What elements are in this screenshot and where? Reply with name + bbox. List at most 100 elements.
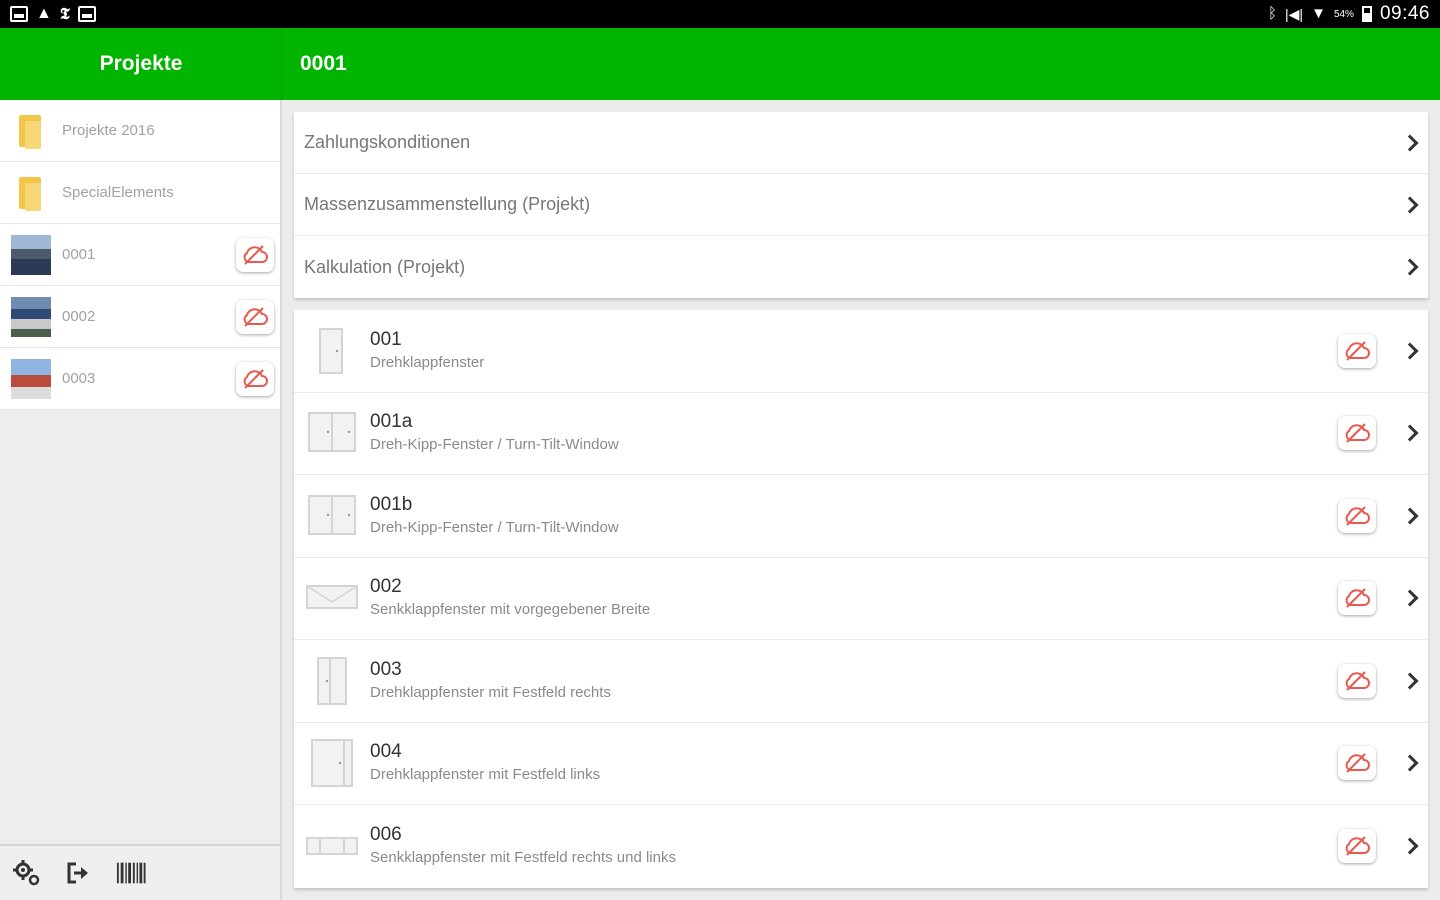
item-title: 001a (370, 411, 413, 433)
cloud-off-icon (1345, 836, 1370, 856)
sidebar: Projekte 2016 SpecialElements 0001 0002 … (0, 100, 282, 900)
window-thumbnail (306, 737, 358, 789)
page-title: 0001 (300, 52, 347, 75)
gallery-icon (10, 6, 28, 22)
main-content: Zahlungskonditionen Massenzusammenstellu… (284, 100, 1440, 900)
menu-item-kalkulation[interactable]: Kalkulation (Projekt) (294, 236, 1428, 298)
cloud-off-icon (1345, 588, 1370, 608)
bluetooth-icon: ᛒ (1268, 5, 1278, 22)
chevron-right-icon (1401, 507, 1419, 525)
item-subtitle: Drehklappfenster (370, 353, 485, 371)
cloud-sync-button[interactable] (1338, 581, 1376, 616)
sidebar-title: Projekte (99, 52, 183, 75)
item-title: 006 (370, 824, 402, 846)
chevron-right-icon (1401, 342, 1419, 360)
cloud-off-icon (243, 244, 268, 265)
cloud-sync-button[interactable] (236, 237, 274, 272)
project-photo (11, 358, 51, 399)
settings-icon[interactable] (12, 858, 42, 888)
cloud-off-icon (243, 368, 268, 389)
photo-icon (77, 6, 96, 22)
main-header: 0001 (282, 28, 1440, 100)
status-right: ᛒ |◀| ▼ 54% 09:46 (1268, 3, 1430, 25)
cloud-sync-button[interactable] (1338, 746, 1376, 781)
window-thumbnail (306, 820, 358, 872)
list-item[interactable]: 002 Senkklappfenster mit vorgegebener Br… (294, 558, 1428, 640)
battery-percent: 54% (1333, 8, 1354, 20)
menu-card: Zahlungskonditionen Massenzusammenstellu… (294, 112, 1428, 298)
barcode-icon[interactable] (116, 858, 146, 888)
project-photo (11, 296, 51, 337)
elements-list: 001 Drehklappfenster 001a Dreh-Kipp-Fens… (294, 310, 1428, 888)
list-item[interactable]: 001b Dreh-Kipp-Fenster / Turn-Tilt-Windo… (294, 475, 1428, 558)
cloud-sync-button[interactable] (1338, 416, 1376, 451)
item-subtitle: Dreh-Kipp-Fenster / Turn-Tilt-Window (370, 436, 619, 454)
list-item-text: 001a Dreh-Kipp-Fenster / Turn-Tilt-Windo… (370, 410, 1338, 456)
item-title: 003 (370, 658, 402, 680)
list-item-text: 002 Senkklappfenster mit vorgegebener Br… (370, 575, 1338, 621)
news-icon: 𝕿 (59, 4, 70, 23)
cloud-off-icon (1345, 506, 1370, 526)
cloud-sync-button[interactable] (1338, 333, 1376, 368)
sidebar-item-label: 0003 (62, 370, 96, 387)
item-subtitle: Senkklappfenster mit Festfeld rechts und… (370, 849, 676, 867)
sidebar-item-0003[interactable]: 0003 (0, 348, 280, 410)
list-item[interactable]: 003 Drehklappfenster mit Festfeld rechts (294, 640, 1428, 723)
menu-item-label: Massenzusammenstellung (Projekt) (304, 194, 591, 214)
cloud-off-icon (1345, 671, 1370, 691)
sidebar-item-label: SpecialElements (62, 184, 174, 201)
chevron-right-icon (1401, 672, 1419, 690)
item-subtitle: Dreh-Kipp-Fenster / Turn-Tilt-Window (370, 518, 619, 536)
list-item[interactable]: 006 Senkklappfenster mit Festfeld rechts… (294, 805, 1428, 888)
chevron-right-icon (1401, 134, 1419, 151)
cloud-sync-button[interactable] (1338, 829, 1376, 864)
cloud-off-icon (1345, 753, 1370, 773)
chevron-right-icon (1401, 258, 1419, 276)
list-item[interactable]: 001a Dreh-Kipp-Fenster / Turn-Tilt-Windo… (294, 393, 1428, 475)
battery-icon (1361, 6, 1372, 22)
sidebar-item-label: 0002 (62, 308, 96, 325)
item-subtitle: Senkklappfenster mit vorgegebener Breite (370, 601, 651, 619)
item-title: 004 (370, 741, 402, 763)
chevron-right-icon (1401, 754, 1419, 772)
sidebar-item-0002[interactable]: 0002 (0, 286, 280, 348)
cloud-off-icon (1345, 423, 1370, 443)
cloud-off-icon (1345, 341, 1370, 361)
cloud-sync-button[interactable] (1338, 498, 1376, 533)
warning-icon: ▲ (36, 5, 52, 22)
cloud-sync-button[interactable] (236, 299, 274, 334)
item-title: 001b (370, 493, 413, 515)
item-subtitle: Drehklappfenster mit Festfeld rechts (370, 683, 611, 701)
chevron-right-icon (1401, 589, 1419, 607)
status-left: ▲ 𝕿 (10, 6, 96, 22)
cloud-sync-button[interactable] (236, 361, 274, 396)
window-thumbnail (306, 325, 358, 377)
mute-icon: |◀| (1285, 6, 1304, 22)
item-subtitle: Drehklappfenster mit Festfeld links (370, 766, 601, 784)
list-item[interactable]: 001 Drehklappfenster (294, 310, 1428, 393)
chevron-right-icon (1401, 837, 1419, 855)
item-title: 001 (370, 328, 402, 350)
list-item-text: 006 Senkklappfenster mit Festfeld rechts… (370, 823, 1338, 869)
menu-item-massenzusammenstellung[interactable]: Massenzusammenstellung (Projekt) (294, 174, 1428, 236)
status-bar: ▲ 𝕿 ᛒ |◀| ▼ 54% 09:46 (0, 0, 1440, 28)
sidebar-item-specialelements[interactable]: SpecialElements (0, 162, 280, 224)
logout-icon[interactable] (64, 858, 94, 888)
cloud-sync-button[interactable] (1338, 663, 1376, 698)
list-item-text: 003 Drehklappfenster mit Festfeld rechts (370, 658, 1338, 704)
folder-icon (11, 111, 51, 151)
sidebar-item-0001[interactable]: 0001 (0, 224, 280, 286)
sidebar-header: Projekte (0, 28, 282, 100)
sidebar-item-projekte-2016[interactable]: Projekte 2016 (0, 100, 280, 162)
menu-item-zahlungskonditionen[interactable]: Zahlungskonditionen (294, 112, 1428, 174)
item-title: 002 (370, 576, 402, 598)
menu-item-label: Zahlungskonditionen (304, 132, 471, 152)
sidebar-item-label: Projekte 2016 (62, 122, 155, 139)
list-item-text: 004 Drehklappfenster mit Festfeld links (370, 740, 1338, 786)
menu-item-label: Kalkulation (Projekt) (304, 256, 466, 277)
list-item[interactable]: 004 Drehklappfenster mit Festfeld links (294, 723, 1428, 805)
window-thumbnail (306, 572, 358, 624)
window-thumbnail (306, 490, 358, 542)
chevron-right-icon (1401, 196, 1419, 213)
project-photo (11, 234, 51, 275)
